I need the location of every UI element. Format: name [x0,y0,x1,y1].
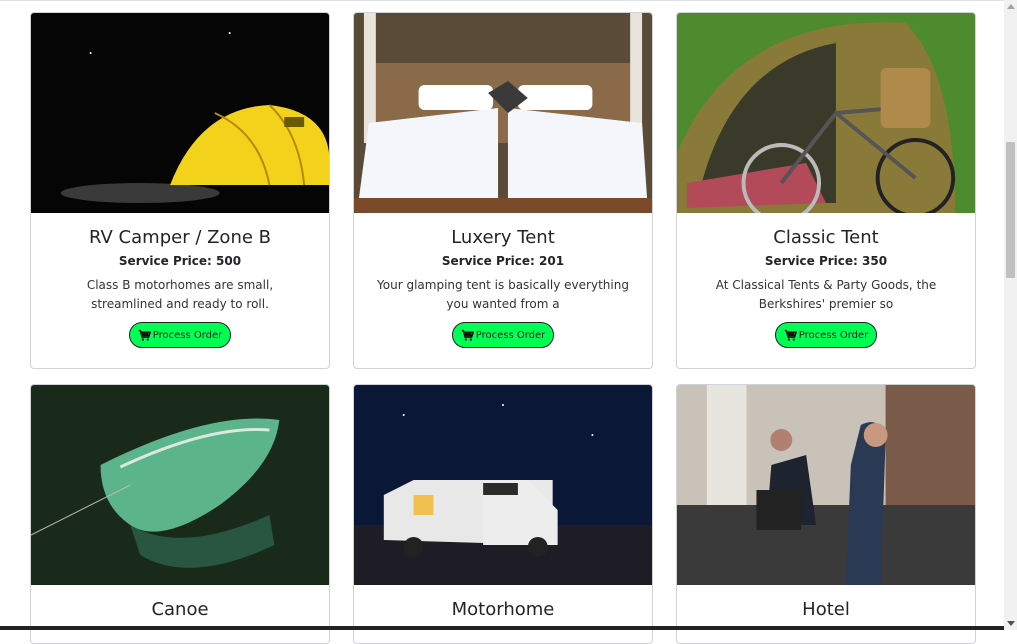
card-price: Service Price: 350 [764,254,888,268]
scroll-down-arrow-icon[interactable] [1007,621,1015,626]
process-order-button[interactable]: Process Order [128,322,232,348]
vertical-scrollbar[interactable] [1004,0,1017,630]
process-order-button[interactable]: Process Order [774,322,878,348]
scroll-up-arrow-icon[interactable] [1007,4,1015,9]
top-divider [0,0,1004,1]
button-label: Process Order [475,329,546,341]
cart-icon [138,329,151,341]
process-order-button[interactable]: Process Order [451,322,555,348]
card-description: At Classical Tents & Party Goods, the Be… [715,278,937,311]
button-label: Process Order [152,329,223,341]
cart-icon [461,329,474,341]
product-card-classic-tent: Classic Tent Service Price: 350 At Class… [676,12,976,369]
card-title: Motorhome [451,599,555,620]
cart-icon [784,329,797,341]
card-image-luxury-beds [354,13,652,213]
product-card-motorhome: Motorhome [353,384,653,644]
product-card-hotel: Hotel [676,384,976,644]
card-description: Class B motorhomes are small, streamline… [86,278,274,311]
card-description: Your glamping tent is basically everythi… [377,278,629,311]
card-price: Service Price: 500 [118,254,242,268]
product-card-canoe: Canoe [30,384,330,644]
card-title: Classic Tent [773,227,879,248]
card-title: Canoe [151,599,209,620]
bottom-window-edge [0,626,1004,630]
button-label: Process Order [798,329,869,341]
card-image-yellow-tent [31,13,329,213]
card-title: Luxery Tent [451,227,555,248]
card-title: RV Camper / Zone B [89,227,271,248]
card-image-tent-bicycle [677,13,975,213]
card-image-hotel-reception [677,385,975,585]
card-title: Hotel [802,599,850,620]
card-image-motorhome [354,385,652,585]
product-card-luxery-tent: Luxery Tent Service Price: 201 Your glam… [353,12,653,369]
card-image-green-canoe [31,385,329,585]
card-price: Service Price: 201 [441,254,565,268]
scrollbar-thumb[interactable] [1006,142,1015,278]
product-card-rv-camper: RV Camper / Zone B Service Price: 500 Cl… [30,12,330,369]
